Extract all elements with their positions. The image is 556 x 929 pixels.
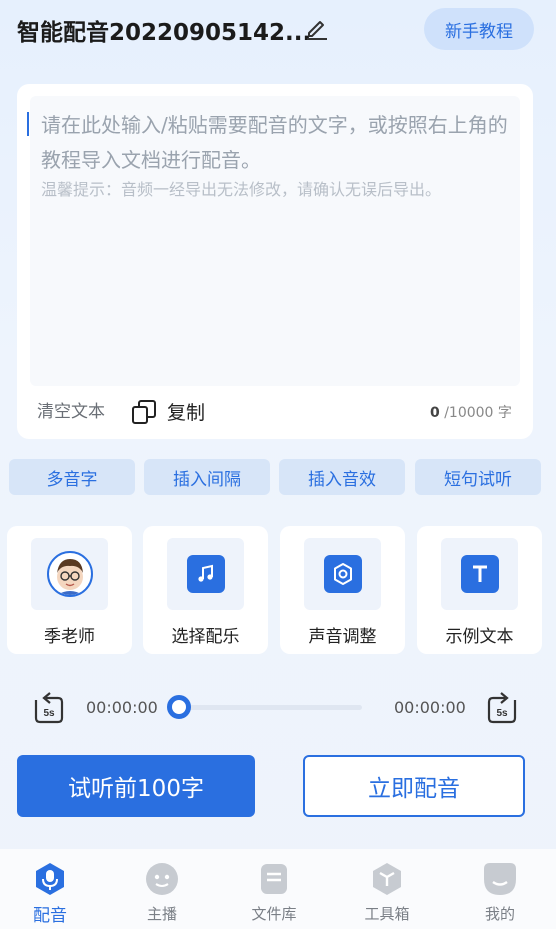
current-time: 00:00:00 bbox=[86, 698, 158, 717]
tutorial-button[interactable]: 新手教程 bbox=[424, 8, 534, 50]
progress-track[interactable] bbox=[179, 705, 362, 710]
rewind-label: 5s bbox=[43, 708, 55, 719]
nav-item-anchor[interactable]: 主播 bbox=[112, 849, 212, 929]
insert-pause-button[interactable]: 插入间隔 bbox=[144, 459, 270, 495]
nav-label-file-library: 文件库 bbox=[251, 905, 297, 923]
char-limit: /10000 字 bbox=[439, 405, 512, 421]
copy-button[interactable]: 复制 bbox=[131, 398, 205, 425]
project-title[interactable]: 智能配音20220905142... bbox=[17, 13, 311, 47]
bottom-nav: 配音 主播 文件库 工具箱 我的 bbox=[0, 849, 556, 929]
select-music-card[interactable]: 选择配乐 bbox=[143, 526, 268, 654]
toolbox-icon bbox=[373, 863, 401, 895]
insert-sound-effect-button[interactable]: 插入音效 bbox=[279, 459, 405, 495]
edit-pencil-icon[interactable] bbox=[305, 16, 329, 40]
sample-text-label: 示例文本 bbox=[445, 627, 514, 647]
nav-label-anchor: 主播 bbox=[146, 905, 177, 923]
header: 智能配音20220905142... 新手教程 bbox=[0, 0, 556, 60]
text-t-icon bbox=[460, 555, 499, 593]
copy-icon bbox=[132, 399, 156, 424]
voice-adjust-label: 声音调整 bbox=[308, 627, 377, 647]
teacher-avatar-icon bbox=[56, 559, 83, 595]
copy-label: 复制 bbox=[167, 402, 206, 424]
polyphone-button[interactable]: 多音字 bbox=[9, 459, 135, 495]
settings-gear-icon bbox=[323, 555, 362, 593]
forward-label: 5s bbox=[496, 708, 508, 719]
microphone-icon bbox=[36, 863, 64, 895]
music-icon-wrap bbox=[167, 538, 244, 610]
clear-text-button[interactable]: 清空文本 bbox=[37, 397, 105, 422]
preview-100-button[interactable]: 试听前100字 bbox=[17, 755, 255, 817]
voice-adjust-card[interactable]: 声音调整 bbox=[280, 526, 405, 654]
char-counter: 0 /10000 字 bbox=[430, 402, 512, 422]
editor-tip: 温馨提示：音频一经导出无法修改，请确认无误后导出。 bbox=[41, 180, 442, 199]
text-caret bbox=[27, 112, 29, 136]
profile-icon bbox=[484, 863, 516, 895]
progress-knob[interactable] bbox=[167, 695, 191, 719]
nav-item-dubbing[interactable]: 配音 bbox=[0, 849, 100, 929]
teacher-avatar bbox=[46, 551, 93, 597]
text-icon-wrap bbox=[441, 538, 518, 610]
sentence-preview-button[interactable]: 短句试听 bbox=[415, 459, 541, 495]
nav-label-dubbing: 配音 bbox=[33, 906, 67, 926]
music-note-icon bbox=[186, 555, 225, 593]
forward-5s-icon[interactable]: 5s bbox=[483, 690, 523, 724]
nav-item-file-library[interactable]: 文件库 bbox=[224, 849, 324, 929]
dub-now-button[interactable]: 立即配音 bbox=[303, 755, 525, 817]
gear-icon-wrap bbox=[304, 538, 381, 610]
editor-placeholder: 请在此处输入/粘贴需要配音的文字，或按照右上角的教程导入文档进行配音。 bbox=[41, 113, 508, 172]
nav-item-toolbox[interactable]: 工具箱 bbox=[337, 849, 437, 929]
voice-teacher-label: 季老师 bbox=[44, 627, 95, 647]
nav-label-toolbox: 工具箱 bbox=[364, 905, 410, 923]
nav-item-profile[interactable]: 我的 bbox=[450, 849, 550, 929]
voice-teacher-card[interactable]: 季老师 bbox=[7, 526, 132, 654]
sample-text-card[interactable]: 示例文本 bbox=[417, 526, 542, 654]
select-music-label: 选择配乐 bbox=[171, 627, 240, 647]
rewind-5s-icon[interactable]: 5s bbox=[28, 690, 68, 724]
nav-label-profile: 我的 bbox=[484, 905, 515, 923]
total-time: 00:00:00 bbox=[394, 698, 466, 717]
file-library-icon bbox=[261, 864, 287, 894]
avatar-wrap bbox=[31, 538, 108, 610]
anchor-face-icon bbox=[146, 863, 178, 895]
char-count: 0 bbox=[430, 405, 440, 421]
